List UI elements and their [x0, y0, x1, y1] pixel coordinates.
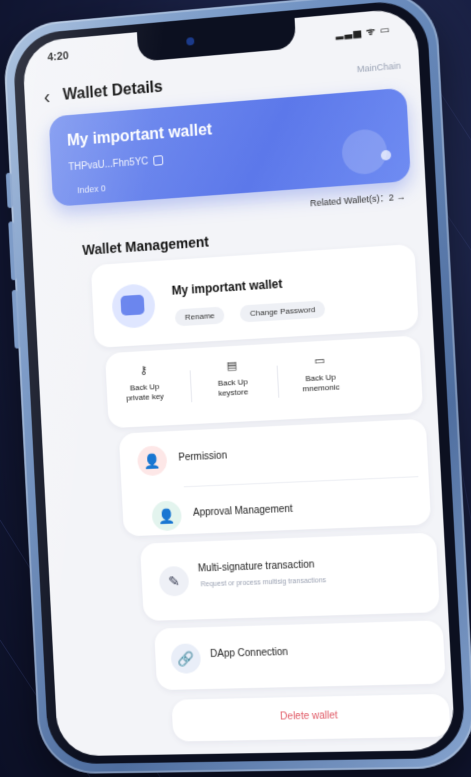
- divider: [276, 365, 280, 398]
- rename-button[interactable]: Rename: [174, 306, 225, 327]
- dapp-connection-label: DApp Connection: [209, 646, 289, 660]
- backup-line2: keystore: [218, 387, 249, 398]
- card-dot: [380, 149, 392, 161]
- chain-label: MainChain: [356, 60, 402, 75]
- dapp-panel[interactable]: 🔗 DApp Connection: [153, 620, 446, 691]
- backup-private-key-button[interactable]: ⚷ Back Up private key: [109, 363, 179, 404]
- divider: [189, 370, 193, 403]
- wallet-avatar: [111, 282, 157, 330]
- signal-wifi-battery-icon: ▂▃▅ ᯤ ▭: [335, 24, 391, 41]
- backup-line1: Back Up: [305, 372, 336, 384]
- link-icon: 🔗: [170, 643, 202, 674]
- backup-mnemonic-button[interactable]: ▭ Back Up mnemonic: [284, 353, 356, 395]
- copy-icon[interactable]: [152, 155, 164, 167]
- backup-line1: Back Up: [129, 382, 160, 393]
- wallet-avatar-icon: [120, 294, 145, 316]
- profile-panel: My important wallet Rename Change Passwo…: [90, 243, 419, 348]
- divider: [183, 476, 419, 488]
- key-icon: ⚷: [139, 364, 148, 378]
- approval-icon: 👤: [151, 500, 183, 532]
- wallet-name: My important wallet: [66, 121, 213, 150]
- pen-icon: ✎: [158, 565, 190, 597]
- backup-line2: private key: [126, 391, 165, 403]
- delete-wallet-label: Delete wallet: [280, 710, 339, 723]
- app-screen: 4:20 ▂▃▅ ᯤ ▭ ‹ Wallet Details MainChain …: [21, 7, 456, 757]
- backup-panel: ⚷ Back Up private key ▤ Back Up keystore…: [104, 335, 424, 429]
- backup-keystore-button[interactable]: ▤ Back Up keystore: [197, 358, 268, 400]
- mnemonic-icon: ▭: [314, 354, 326, 368]
- wallet-index: Index 0: [77, 183, 106, 196]
- permission-item[interactable]: Permission: [178, 450, 227, 463]
- permission-icon: 👤: [136, 445, 168, 477]
- approval-management-item[interactable]: Approval Management: [193, 504, 293, 519]
- backup-line2: mnemonic: [302, 382, 340, 394]
- profile-wallet-name: My important wallet: [171, 276, 283, 298]
- keystore-icon: ▤: [226, 359, 238, 373]
- multisig-subtitle: Request or process multisig transactions: [200, 577, 327, 589]
- permission-panel: 👤 Permission 👤 Approval Management: [118, 418, 432, 537]
- back-arrow-icon[interactable]: ‹: [43, 86, 50, 108]
- multisig-panel[interactable]: ✎ Multi-signature transaction Request or…: [139, 532, 440, 622]
- delete-wallet-button[interactable]: Delete wallet: [171, 693, 451, 742]
- section-title: Wallet Management: [81, 233, 210, 258]
- wallet-address: THPvaU...Fhn5YC: [68, 155, 164, 174]
- multisig-label: Multi-signature transaction: [197, 559, 315, 575]
- related-wallets-link[interactable]: Related Wallet(s)：2 →: [310, 189, 406, 209]
- change-password-button[interactable]: Change Password: [239, 300, 326, 323]
- page-title: Wallet Details: [62, 78, 164, 104]
- wallet-address-text: THPvaU...Fhn5YC: [68, 156, 149, 174]
- status-time: 4:20: [47, 50, 69, 64]
- phone-mockup: 4:20 ▂▃▅ ᯤ ▭ ‹ Wallet Details MainChain …: [2, 0, 471, 775]
- backup-line1: Back Up: [217, 377, 248, 388]
